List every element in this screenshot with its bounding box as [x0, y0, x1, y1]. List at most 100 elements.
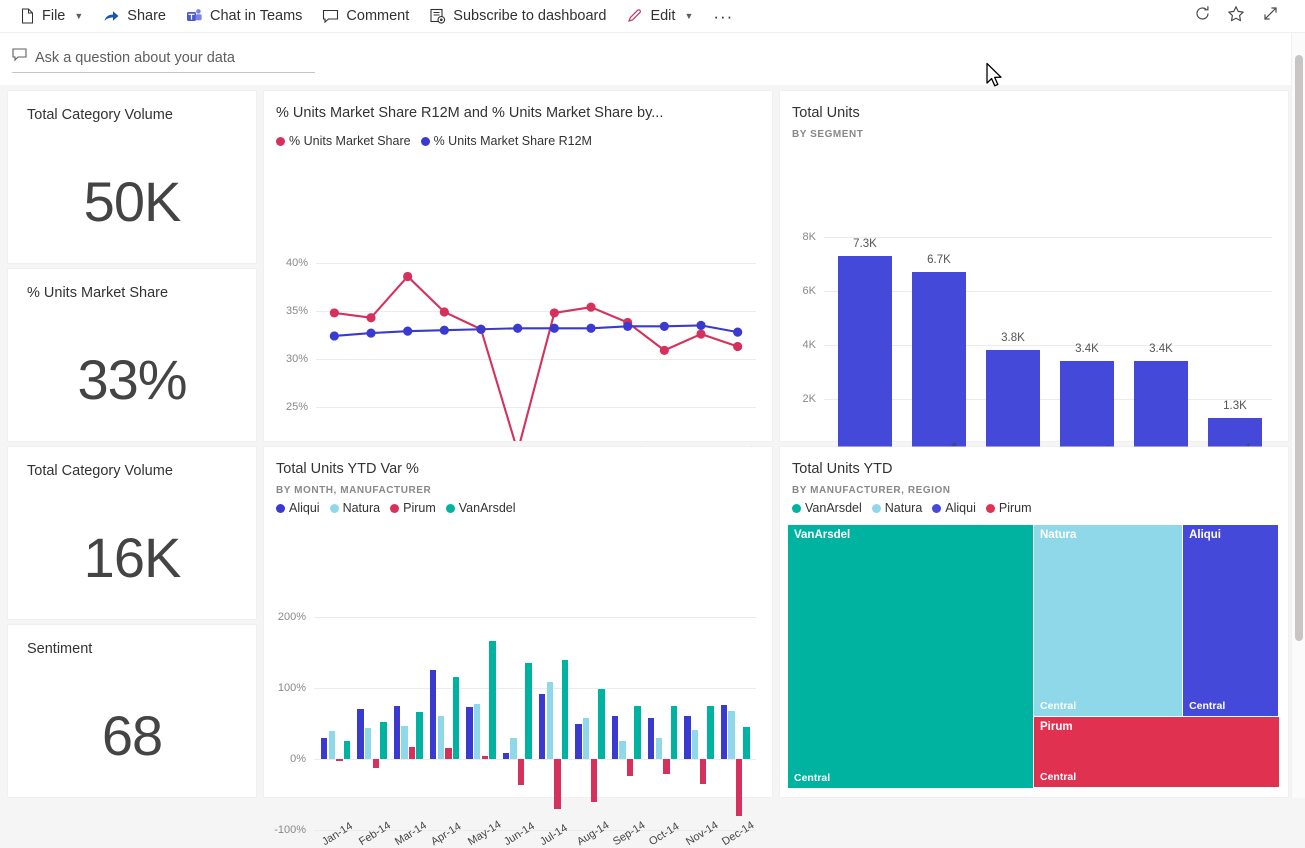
bar[interactable] [474, 704, 480, 759]
treemap-cell-manufacturer: Aliqui [1189, 529, 1221, 541]
y-tick-0: 0% [272, 753, 306, 765]
bar[interactable] [1134, 361, 1189, 453]
legend-item-pirum[interactable]: Pirum [986, 501, 1032, 515]
x-axis-label: Sep-14 [611, 819, 647, 848]
kpi-tile-sentiment[interactable]: Sentiment 68 [8, 625, 256, 797]
bar[interactable] [357, 709, 363, 759]
bar[interactable] [838, 256, 893, 453]
bar[interactable] [416, 712, 422, 759]
bar[interactable] [336, 759, 342, 761]
legend-label: VanArsdel [805, 501, 862, 515]
bar[interactable] [503, 753, 509, 759]
bar[interactable] [554, 759, 560, 809]
legend-item-natura[interactable]: Natura [872, 501, 923, 515]
file-menu-button[interactable]: File ▼ [10, 0, 93, 33]
kpi-title: Total Category Volume [27, 463, 173, 479]
bar[interactable] [466, 707, 472, 759]
bar[interactable] [707, 706, 713, 759]
treemap-cell[interactable]: NaturaCentral [1034, 525, 1182, 716]
bar[interactable] [482, 756, 488, 759]
bar[interactable] [728, 711, 734, 759]
treemap-cell[interactable]: AliquiCentral [1183, 525, 1278, 716]
bar[interactable] [583, 718, 589, 759]
favorite-button[interactable] [1221, 1, 1251, 31]
kpi-value: 50K [8, 169, 256, 234]
gridline [314, 617, 756, 618]
share-button[interactable]: Share [93, 0, 176, 33]
x-axis-label: Jan-14 [320, 820, 355, 848]
bar[interactable] [671, 706, 677, 759]
chevron-down-icon: ▼ [684, 11, 693, 21]
bar[interactable] [986, 350, 1041, 453]
legend-item-aliqui[interactable]: Aliqui [932, 501, 976, 515]
bar[interactable] [634, 706, 640, 759]
bar[interactable] [598, 689, 604, 759]
bar[interactable] [663, 759, 669, 774]
bar[interactable] [525, 663, 531, 759]
bar[interactable] [518, 759, 524, 785]
vertical-scrollbar[interactable] [1291, 33, 1305, 798]
tile-total-units-ytd-treemap[interactable]: Total Units YTD BY MANUFACTURER, REGION … [780, 447, 1288, 797]
scrollbar-thumb[interactable] [1295, 55, 1303, 641]
refresh-button[interactable] [1187, 1, 1217, 31]
bar[interactable] [700, 759, 706, 784]
qna-input[interactable]: Ask a question about your data [12, 43, 315, 73]
bar[interactable] [409, 747, 415, 759]
bar[interactable] [656, 738, 662, 759]
edit-button[interactable]: Edit ▼ [616, 0, 703, 33]
treemap-legend: VanArsdel Natura Aliqui Pirum [792, 501, 1032, 515]
bar[interactable] [445, 748, 451, 759]
bar[interactable] [743, 727, 749, 759]
kpi-tile-units-market-share-33[interactable]: % Units Market Share 33% [8, 269, 256, 441]
bar-data-label: 1.3K [1208, 400, 1263, 412]
column-chart-plot: 8K 6K 4K 2K 0K 7.3K6.7K3.8K3.4K3.4K1.3K … [780, 91, 1288, 441]
bar[interactable] [575, 724, 581, 760]
bar[interactable] [489, 641, 495, 759]
bar[interactable] [619, 741, 625, 759]
bar[interactable] [612, 716, 618, 759]
y-tick-6k: 6K [792, 285, 816, 297]
subscribe-to-dashboard-button[interactable]: Subscribe to dashboard [419, 0, 616, 33]
fullscreen-icon [1262, 5, 1279, 27]
fullscreen-button[interactable] [1255, 1, 1285, 31]
bar[interactable] [365, 728, 371, 759]
bar[interactable] [591, 759, 597, 802]
bar[interactable] [684, 716, 690, 759]
bar[interactable] [627, 759, 633, 776]
treemap-cell-manufacturer: VanArsdel [794, 529, 850, 541]
legend-item-vanarsdel[interactable]: VanArsdel [792, 501, 862, 515]
bar[interactable] [438, 716, 444, 759]
bar[interactable] [692, 730, 698, 759]
bar[interactable] [547, 682, 553, 759]
treemap-cell[interactable]: PirumCentral [1034, 717, 1279, 787]
bar[interactable] [539, 694, 545, 759]
kpi-value: 16K [8, 525, 256, 590]
bar[interactable] [1060, 361, 1115, 453]
bar[interactable] [430, 670, 436, 759]
bar[interactable] [453, 677, 459, 759]
bar[interactable] [510, 738, 516, 759]
kpi-tile-total-category-volume-16k[interactable]: Total Category Volume 16K [8, 447, 256, 619]
bar[interactable] [736, 759, 742, 816]
bar[interactable] [373, 759, 379, 768]
bar[interactable] [648, 718, 654, 759]
bar[interactable] [912, 272, 967, 453]
bar[interactable] [380, 722, 386, 759]
tile-total-units-ytd-var-pct[interactable]: Total Units YTD Var % BY MONTH, MANUFACT… [264, 447, 772, 797]
bar[interactable] [562, 660, 568, 759]
more-options-button[interactable]: ··· [703, 8, 743, 25]
bar[interactable] [721, 705, 727, 759]
bar[interactable] [344, 741, 350, 759]
tile-total-units-by-segment[interactable]: Total Units BY SEGMENT 8K 6K 4K 2K 0K 7.… [780, 91, 1288, 441]
treemap-cell[interactable]: VanArsdelCentral [788, 525, 1033, 788]
x-axis-label: Mar-14 [393, 820, 429, 848]
comment-button[interactable]: Comment [312, 0, 419, 33]
bar[interactable] [394, 706, 400, 759]
line-chart-svg [264, 91, 772, 441]
chat-in-teams-button[interactable]: Chat in Teams [176, 0, 312, 33]
bar[interactable] [321, 738, 327, 759]
bar[interactable] [401, 726, 407, 759]
tile-units-market-share-line-chart[interactable]: % Units Market Share R12M and % Units Ma… [264, 91, 772, 441]
bar[interactable] [329, 731, 335, 759]
kpi-tile-total-category-volume-50k[interactable]: Total Category Volume 50K [8, 91, 256, 263]
